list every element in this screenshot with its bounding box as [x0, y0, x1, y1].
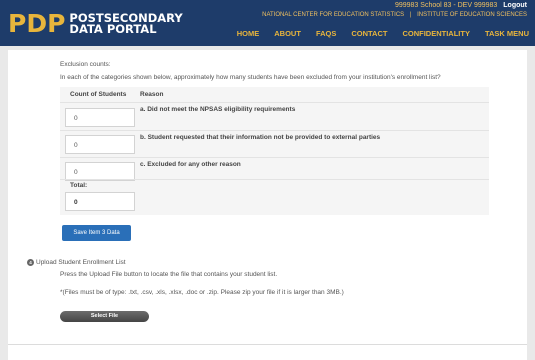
total-value: 0	[65, 192, 135, 211]
table-row: 0 c. Excluded for any other reason	[60, 157, 489, 181]
column-header-count: Count of Students	[70, 91, 127, 98]
nav-faqs[interactable]: FAQS	[316, 29, 336, 38]
logo-line-2: DATA PORTAL	[69, 21, 157, 36]
main-nav: HOME ABOUT FAQS CONTACT CONFIDENTIALITY …	[222, 29, 529, 38]
column-header-reason: Reason	[140, 91, 164, 98]
org-links: NATIONAL CENTER FOR EDUCATION STATISTICS…	[262, 12, 527, 18]
reason-c: c. Excluded for any other reason	[140, 161, 241, 168]
count-input-a[interactable]: 0	[65, 108, 135, 127]
user-bar: 999983 School 83 - DEV 999983 Logout	[395, 2, 527, 9]
nav-home[interactable]: HOME	[237, 29, 260, 38]
upload-instructions: Press the Upload File button to locate t…	[60, 271, 278, 278]
save-item-3-button[interactable]: Save Item 3 Data	[62, 225, 131, 241]
upload-title: Upload Student Enrollment List	[36, 259, 126, 266]
nav-confidentiality[interactable]: CONFIDENTIALITY	[402, 29, 470, 38]
nav-contact[interactable]: CONTACT	[351, 29, 387, 38]
upload-file-types-note: *(Files must be of type: .txt, .csv, .xl…	[60, 289, 344, 296]
select-file-button[interactable]: Select File	[60, 311, 149, 322]
total-label: Total:	[70, 182, 88, 189]
upload-section-header: 4 Upload Student Enrollment List	[27, 259, 126, 266]
logout-link[interactable]: Logout	[503, 2, 527, 9]
table-row: 0 b. Student requested that their inform…	[60, 130, 489, 157]
logo-text: POSTSECONDARY DATA PORTAL	[69, 12, 182, 36]
reason-a: a. Did not meet the NPSAS eligibility re…	[140, 106, 296, 113]
step-number-badge: 4	[27, 259, 34, 266]
exclusion-question: In each of the categories shown below, a…	[60, 74, 441, 81]
nces-link[interactable]: NATIONAL CENTER FOR EDUCATION STATISTICS	[262, 12, 404, 18]
reason-b: b. Student requested that their informat…	[140, 134, 381, 141]
site-header: PDP POSTSECONDARY DATA PORTAL 999983 Sch…	[0, 0, 535, 46]
user-info: 999983 School 83 - DEV 999983	[394, 2, 498, 9]
ies-link[interactable]: INSTITUTE OF EDUCATION SCIENCES	[417, 12, 527, 18]
table-row: 0 a. Did not meet the NPSAS eligibility …	[60, 102, 489, 130]
nav-about[interactable]: ABOUT	[274, 29, 301, 38]
count-input-b[interactable]: 0	[65, 135, 135, 154]
exclusion-label: Exclusion counts:	[60, 61, 111, 68]
exclusion-table: Count of Students Reason 0 a. Did not me…	[60, 87, 489, 215]
nav-task-menu[interactable]: TASK MENU	[485, 29, 529, 38]
content-panel: Exclusion counts: In each of the categor…	[8, 50, 527, 360]
pdp-logo[interactable]: PDP POSTSECONDARY DATA PORTAL	[8, 11, 183, 36]
divider	[8, 344, 527, 345]
logo-mark: PDP	[8, 9, 66, 38]
org-separator: |	[409, 12, 412, 18]
